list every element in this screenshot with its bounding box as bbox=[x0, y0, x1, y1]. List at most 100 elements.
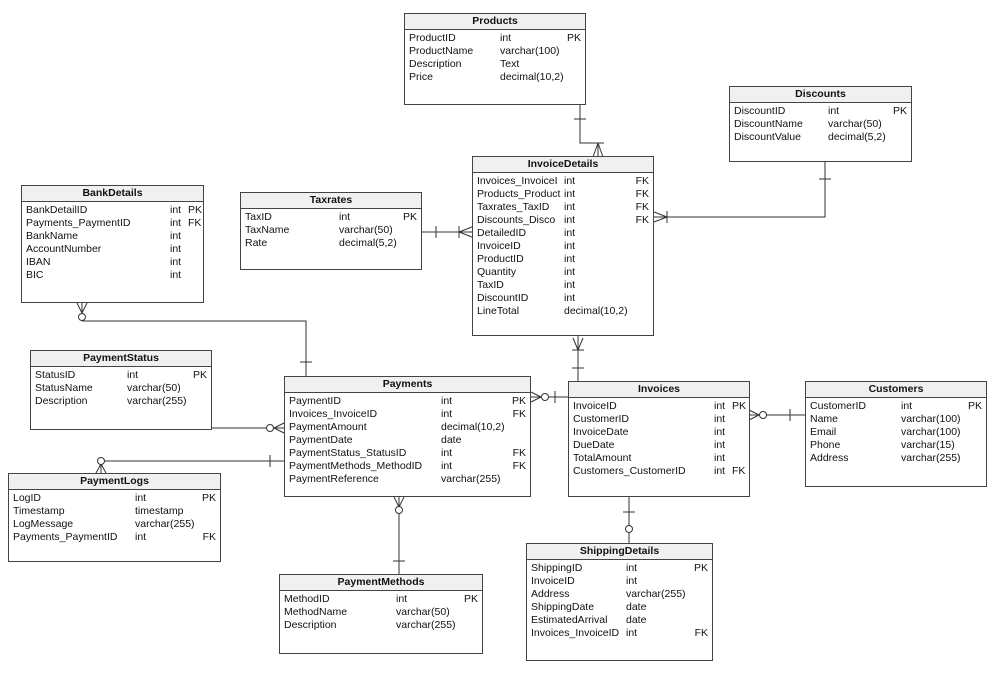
entity-products[interactable]: Products ProductID int PK ProductName varchar… bbox=[404, 13, 586, 105]
entity-title: Taxrates bbox=[241, 193, 421, 209]
relationship-invoices-shippingdetails bbox=[623, 497, 635, 544]
column-key: PK bbox=[511, 395, 526, 407]
column-list: CustomerID int PK Name varchar(100) Email varc… bbox=[806, 398, 986, 465]
relationship-taxrates-invoicedetails bbox=[422, 226, 473, 238]
entity-paymentlogs[interactable]: PaymentLogs LogID int PK Timestamp timestamp L… bbox=[8, 473, 221, 562]
entity-discounts[interactable]: Discounts DiscountID int PK DiscountName varc… bbox=[729, 86, 912, 162]
column-name: DiscountID bbox=[477, 292, 529, 304]
entity-taxrates[interactable]: Taxrates TaxID int PK TaxName varchar(50) Rate… bbox=[240, 192, 422, 270]
column-name: DiscountName bbox=[734, 118, 803, 130]
entity-invoicedetails[interactable]: InvoiceDetails Invoices_InvoiceI int FK Prod… bbox=[472, 156, 654, 336]
column-name: LogMessage bbox=[13, 518, 74, 530]
column-row: ProductName varchar(100) bbox=[409, 45, 581, 58]
entity-title: Products bbox=[405, 14, 585, 30]
entity-shippingdetails[interactable]: ShippingDetails ShippingID int PK InvoiceID i… bbox=[526, 543, 713, 661]
entity-paymentmethods[interactable]: PaymentMethods MethodID int PK MethodName var… bbox=[279, 574, 483, 654]
column-row: PaymentDate date bbox=[289, 434, 526, 447]
column-row: MethodName varchar(50) bbox=[284, 606, 478, 619]
column-name: BIC bbox=[26, 269, 44, 281]
column-name: DiscountValue bbox=[734, 131, 801, 143]
column-row: TaxName varchar(50) bbox=[245, 224, 417, 237]
column-row: InvoiceID int PK bbox=[573, 400, 746, 413]
column-list: InvoiceID int PK CustomerID int InvoiceDate in… bbox=[569, 398, 749, 478]
entity-payments[interactable]: Payments PaymentID int PK Invoices_InvoiceID… bbox=[284, 376, 531, 497]
column-type: int bbox=[441, 460, 453, 472]
column-type: int bbox=[441, 408, 453, 420]
column-name: InvoiceID bbox=[573, 400, 617, 412]
entity-title: InvoiceDetails bbox=[473, 157, 653, 173]
column-name: Invoices_InvoiceID bbox=[531, 627, 620, 639]
column-key: FK bbox=[188, 217, 202, 229]
column-key: FK bbox=[512, 447, 526, 459]
column-row: Invoices_InvoiceI int FK bbox=[477, 175, 649, 188]
column-row: Description Text bbox=[409, 58, 581, 71]
column-list: DiscountID int PK DiscountName varchar(50) Di… bbox=[730, 103, 911, 144]
column-row: BIC int bbox=[26, 269, 199, 282]
relationship-products-invoicedetails bbox=[574, 105, 604, 158]
column-key: PK bbox=[463, 593, 478, 605]
column-row: EstimatedArrival date bbox=[531, 614, 708, 627]
column-row: Price decimal(10,2) bbox=[409, 71, 581, 84]
column-key: PK bbox=[967, 400, 982, 412]
column-type: date bbox=[626, 614, 647, 626]
column-type: decimal(5,2) bbox=[339, 237, 397, 249]
column-row: MethodID int PK bbox=[284, 593, 478, 606]
column-row: IBAN int bbox=[26, 256, 199, 269]
column-name: StatusName bbox=[35, 382, 93, 394]
column-row: BankName int bbox=[26, 230, 199, 243]
column-name: BankName bbox=[26, 230, 78, 242]
column-key: FK bbox=[635, 201, 649, 213]
column-name: Timestamp bbox=[13, 505, 65, 517]
column-key: PK bbox=[402, 211, 417, 223]
column-type: int bbox=[396, 593, 408, 605]
column-type: decimal(5,2) bbox=[828, 131, 886, 143]
entity-title: PaymentStatus bbox=[31, 351, 211, 367]
column-key: FK bbox=[635, 214, 649, 226]
column-type: int bbox=[170, 256, 182, 268]
column-type: varchar(50) bbox=[127, 382, 181, 394]
column-type: int bbox=[441, 395, 453, 407]
column-row: DiscountID int bbox=[477, 292, 649, 305]
entity-invoices[interactable]: Invoices InvoiceID int PK CustomerID int Invoi… bbox=[568, 381, 750, 497]
column-type: int bbox=[170, 230, 182, 242]
column-type: int bbox=[170, 269, 182, 281]
column-name: Price bbox=[409, 71, 433, 83]
column-row: ProductID int PK bbox=[409, 32, 581, 45]
column-name: ShippingID bbox=[531, 562, 583, 574]
column-type: int bbox=[170, 243, 182, 255]
column-key: PK bbox=[892, 105, 907, 117]
column-type: varchar(15) bbox=[901, 439, 955, 451]
column-name: Discounts_Disco bbox=[477, 214, 556, 226]
column-name: TaxID bbox=[477, 279, 504, 291]
entity-customers[interactable]: Customers CustomerID int PK Name varchar(100)… bbox=[805, 381, 987, 487]
column-type: varchar(255) bbox=[901, 452, 961, 464]
entity-title: Payments bbox=[285, 377, 530, 393]
column-row: Invoices_InvoiceID int FK bbox=[289, 408, 526, 421]
column-row: ShippingDate date bbox=[531, 601, 708, 614]
column-list: ShippingID int PK InvoiceID int Address varcha… bbox=[527, 560, 712, 640]
column-name: Email bbox=[810, 426, 837, 438]
column-type: varchar(255) bbox=[127, 395, 187, 407]
column-name: Description bbox=[409, 58, 462, 70]
column-type: varchar(100) bbox=[901, 426, 961, 438]
column-key: PK bbox=[188, 204, 203, 216]
column-name: Payments_PaymentID bbox=[13, 531, 118, 543]
column-type: varchar(100) bbox=[901, 413, 961, 425]
column-list: LogID int PK Timestamp timestamp LogMessage va… bbox=[9, 490, 220, 544]
column-name: PaymentAmount bbox=[289, 421, 367, 433]
column-type: int bbox=[564, 292, 576, 304]
column-name: PaymentID bbox=[289, 395, 341, 407]
column-row: Phone varchar(15) bbox=[810, 439, 982, 452]
relationship-paymentstatus-payments bbox=[212, 422, 285, 434]
column-type: int bbox=[564, 240, 576, 252]
column-type: int bbox=[564, 201, 576, 213]
column-type: int bbox=[564, 188, 576, 200]
column-type: decimal(10,2) bbox=[441, 421, 505, 433]
entity-bankdetails[interactable]: BankDetails BankDetailID int PK Payments_Pay… bbox=[21, 185, 204, 303]
column-name: LineTotal bbox=[477, 305, 520, 317]
relationship-invoices-invoicedetails bbox=[572, 336, 584, 381]
column-type: decimal(10,2) bbox=[500, 71, 564, 83]
entity-title: PaymentLogs bbox=[9, 474, 220, 490]
entity-paymentstatus[interactable]: PaymentStatus StatusID int PK StatusName varc… bbox=[30, 350, 212, 430]
column-row: DueDate int bbox=[573, 439, 745, 452]
